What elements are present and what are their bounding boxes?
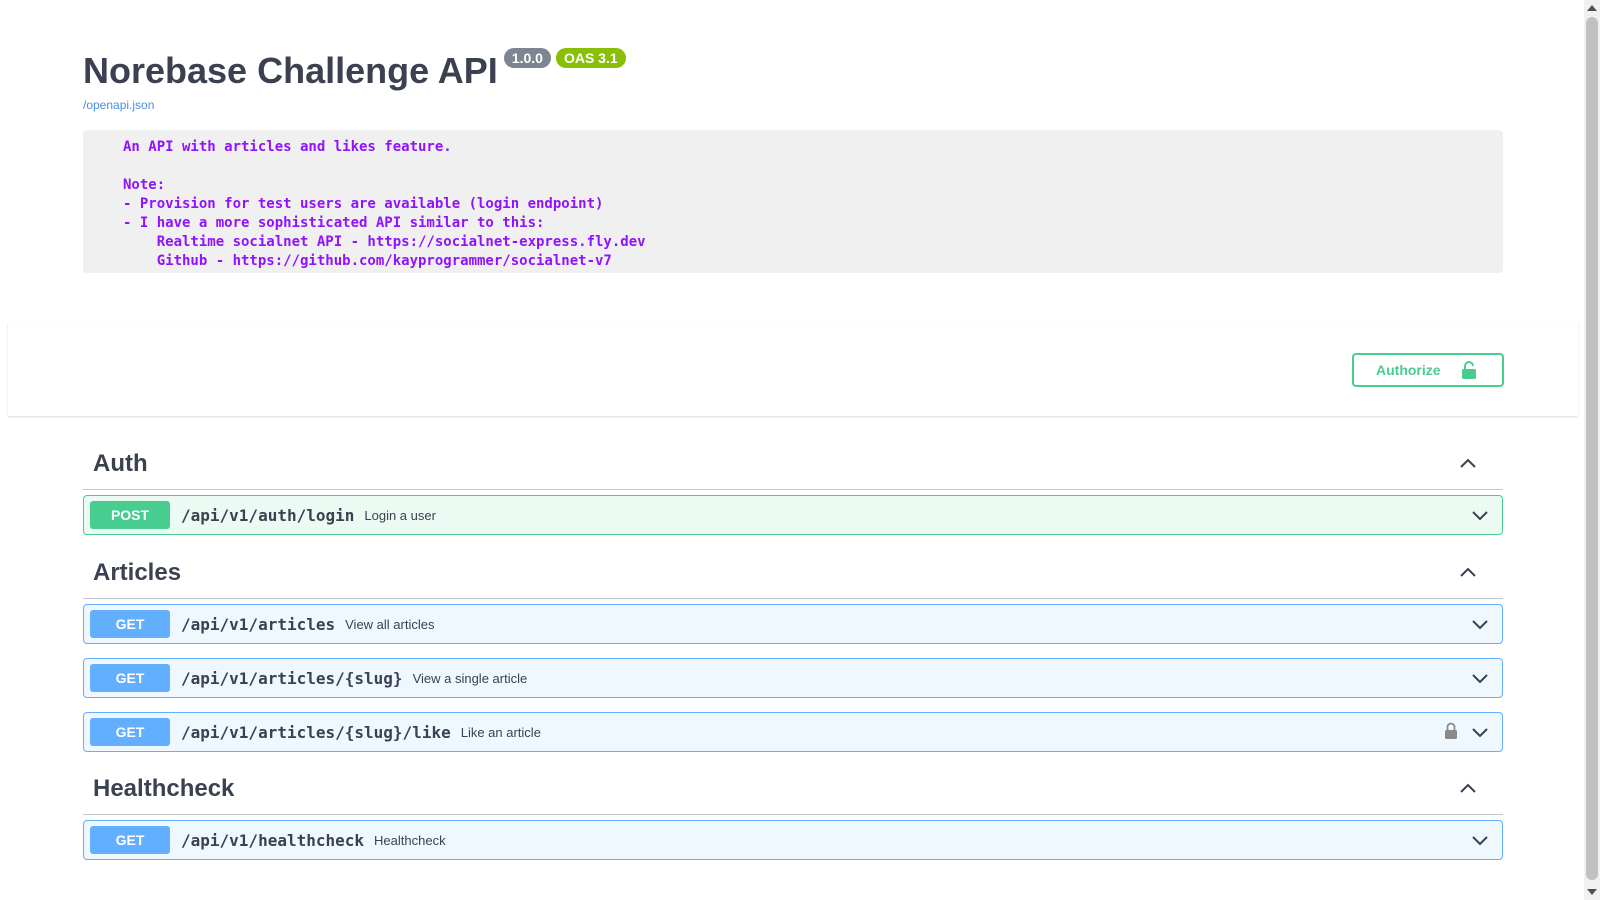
method-badge: GET: [90, 826, 170, 854]
method-badge: POST: [90, 501, 170, 529]
operation-path: /api/v1/healthcheck: [181, 830, 365, 850]
tag-title: Healthcheck: [93, 774, 235, 802]
chevron-down-icon[interactable]: [1470, 615, 1490, 635]
operation-path: /api/v1/auth/login: [181, 505, 355, 525]
title-row: Norebase Challenge API 1.0.0 OAS 3.1: [83, 44, 1503, 92]
operation-path: /api/v1/articles/{slug}: [181, 668, 403, 688]
operation-row[interactable]: POST/api/v1/auth/login Login a user: [83, 495, 1503, 535]
tag-title: Articles: [93, 558, 182, 586]
scheme-container: Authorize: [8, 322, 1578, 416]
tag-section-2: Healthcheck GET/api/v1/healthcheck Healthc…: [83, 763, 1503, 860]
oas-version-badge: OAS 3.1: [555, 48, 626, 68]
api-description-text: An API with articles and likes feature. …: [123, 139, 646, 269]
tag-section-0: Auth POST/api/v1/auth/login Login a user: [83, 438, 1503, 535]
operation-summary: View a single article: [412, 670, 528, 686]
operation-summary: Like an article: [460, 724, 541, 740]
operation-row[interactable]: GET/api/v1/articles/{slug} View a single …: [83, 658, 1503, 698]
operation-summary: Login a user: [364, 507, 436, 523]
lock-icon[interactable]: [1444, 722, 1458, 740]
chevron-down-icon[interactable]: [1470, 723, 1490, 743]
tag-section-1: Articles GET/api/v1/articles View all arti…: [83, 547, 1503, 752]
openapi-json-link[interactable]: /openapi.json: [83, 98, 1503, 112]
chevron-up-icon[interactable]: [1458, 453, 1478, 473]
authorize-label: Authorize: [1376, 362, 1441, 378]
operation-summary: View all articles: [345, 616, 435, 632]
operation-path: /api/v1/articles/{slug}/like: [181, 722, 451, 742]
api-info: Norebase Challenge API 1.0.0 OAS 3.1 /op…: [83, 44, 1503, 112]
method-badge: GET: [90, 610, 170, 638]
api-title: Norebase Challenge API: [83, 50, 498, 91]
operation-row[interactable]: GET/api/v1/articles View all articles: [83, 604, 1503, 644]
authorize-button[interactable]: Authorize: [1352, 353, 1504, 387]
chevron-up-icon[interactable]: [1458, 778, 1478, 798]
method-badge: GET: [90, 664, 170, 692]
api-description: An API with articles and likes feature. …: [83, 130, 1503, 273]
operation-path: /api/v1/articles: [181, 614, 336, 634]
chevron-down-icon[interactable]: [1470, 669, 1490, 689]
chevron-up-icon[interactable]: [1458, 562, 1478, 582]
page-scrollbar[interactable]: [1584, 0, 1600, 900]
method-badge: GET: [90, 718, 170, 746]
tag-header[interactable]: Auth: [83, 438, 1503, 490]
chevron-down-icon[interactable]: [1470, 831, 1490, 851]
swagger-ui-page: Norebase Challenge API 1.0.0 OAS 3.1 /op…: [0, 0, 1584, 900]
tag-header[interactable]: Articles: [83, 547, 1503, 599]
tag-title: Auth: [93, 449, 148, 477]
lock-open-icon: [1461, 360, 1477, 380]
scrollbar-thumb[interactable]: [1586, 17, 1598, 880]
scroll-down-arrow-icon[interactable]: [1587, 889, 1597, 895]
scroll-up-arrow-icon[interactable]: [1587, 5, 1597, 11]
operation-row[interactable]: GET/api/v1/healthcheck Healthcheck: [83, 820, 1503, 860]
version-badge: 1.0.0: [503, 48, 551, 68]
tag-header[interactable]: Healthcheck: [83, 763, 1503, 815]
operation-row[interactable]: GET/api/v1/articles/{slug}/like Like an a…: [83, 712, 1503, 752]
chevron-down-icon[interactable]: [1470, 506, 1490, 526]
operation-summary: Healthcheck: [374, 832, 446, 848]
